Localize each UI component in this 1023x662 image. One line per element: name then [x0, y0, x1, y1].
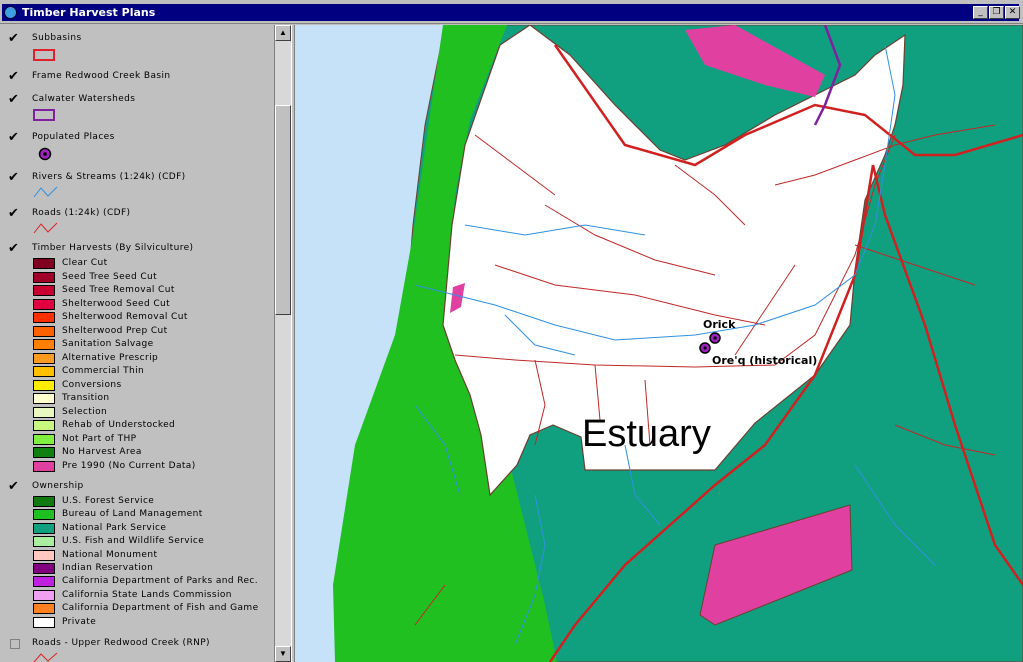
class-swatch: [33, 522, 55, 534]
road-line-icon: [33, 222, 58, 234]
visibility-checkbox[interactable]: ✔: [8, 131, 22, 145]
visibility-checkbox[interactable]: ✔: [8, 93, 22, 107]
class-swatch: [33, 312, 55, 323]
class-swatch: [33, 549, 55, 561]
class-swatch: [33, 576, 55, 588]
class-label: California State Lands Commission: [62, 589, 232, 600]
class-swatch: [33, 603, 55, 615]
restore-button[interactable]: ❐: [989, 6, 1004, 19]
class-label: U.S. Forest Service: [62, 496, 155, 506]
class-label: Private: [62, 616, 97, 627]
layer-label: Roads - Upper Redwood Creek (RNP): [32, 638, 210, 648]
class-swatch: [33, 496, 55, 507]
class-label: National Park Service: [62, 522, 167, 533]
place-point-icon: [38, 147, 52, 161]
scroll-down-button[interactable]: ▼: [275, 646, 291, 662]
scroll-thumb[interactable]: [275, 105, 291, 315]
orick-point: [709, 332, 721, 344]
legend-scrollbar[interactable]: ▲ ▼: [275, 25, 291, 662]
class-swatch: [33, 433, 55, 445]
layer-label: Subbasins: [32, 33, 82, 43]
class-swatch: [33, 589, 55, 601]
class-swatch: [33, 616, 55, 628]
class-label: No Harvest Area: [62, 447, 142, 457]
window-title: Timber Harvest Plans: [22, 6, 156, 19]
class-swatch: [33, 352, 55, 364]
oreq-point: [699, 342, 711, 354]
layer-label: Timber Harvests (By Silviculture): [32, 243, 194, 253]
visibility-checkbox[interactable]: ✔: [8, 70, 22, 84]
visibility-checkbox[interactable]: ✔: [8, 171, 22, 185]
layer-label: Populated Places: [32, 132, 115, 142]
visibility-checkbox[interactable]: [10, 639, 20, 649]
layer-label: Ownership: [32, 481, 84, 491]
class-swatch: [33, 285, 55, 296]
subbasin-symbol: [33, 49, 55, 61]
place-label-oreq: Ore'q (historical): [712, 354, 818, 367]
class-swatch: [33, 298, 55, 310]
class-label: California Department of Parks and Rec.: [62, 576, 259, 587]
table-of-contents: ✔ Subbasins ✔ Frame Redwood Creek Basin …: [0, 25, 275, 662]
class-label: Shelterwood Prep Cut: [62, 325, 168, 336]
layer-label: Frame Redwood Creek Basin: [32, 71, 171, 81]
class-swatch: [33, 366, 55, 377]
class-label: Bureau of Land Management: [62, 509, 203, 520]
class-label: Seed Tree Removal Cut: [62, 285, 175, 295]
layer-label: Rivers & Streams (1:24k) (CDF): [32, 172, 186, 182]
class-label: U.S. Fish and Wildlife Service: [62, 536, 205, 547]
class-swatch: [33, 406, 55, 418]
close-button[interactable]: ✕: [1005, 6, 1020, 19]
visibility-checkbox[interactable]: ✔: [8, 480, 22, 494]
class-label: Alternative Prescrip: [62, 352, 159, 363]
class-label: Transition: [62, 393, 110, 403]
window-titlebar[interactable]: Timber Harvest Plans _ ❐ ✕: [0, 0, 1023, 24]
class-label: Conversions: [62, 379, 122, 390]
class-label: Rehab of Understocked: [62, 420, 176, 430]
road-line-icon: [33, 652, 58, 662]
class-swatch: [33, 325, 55, 337]
visibility-checkbox[interactable]: ✔: [8, 242, 22, 256]
class-swatch: [33, 460, 55, 472]
class-label: California Department of Fish and Game: [62, 603, 259, 614]
class-label: Shelterwood Removal Cut: [62, 312, 188, 322]
class-label: Sanitation Salvage: [62, 339, 154, 349]
class-label: Selection: [62, 406, 108, 417]
class-swatch: [33, 536, 55, 548]
place-label-orick: Orick: [703, 318, 736, 331]
class-label: Shelterwood Seed Cut: [62, 298, 171, 309]
class-label: Commercial Thin: [62, 366, 145, 376]
class-label: Pre 1990 (No Current Data): [62, 460, 196, 471]
class-label: Not Part of THP: [62, 433, 137, 444]
class-swatch: [33, 563, 55, 574]
class-label: Seed Tree Seed Cut: [62, 271, 158, 282]
class-label: Clear Cut: [62, 258, 108, 268]
scroll-up-button[interactable]: ▲: [275, 25, 291, 41]
map-view[interactable]: Orick Ore'q (historical) Estuary: [295, 25, 1023, 662]
class-swatch: [33, 379, 55, 391]
class-swatch: [33, 393, 55, 404]
class-swatch: [33, 271, 55, 283]
class-label: National Monument: [62, 549, 158, 560]
globe-icon: [4, 6, 17, 19]
class-label: Indian Reservation: [62, 563, 154, 573]
stream-line-icon: [33, 186, 58, 198]
class-swatch: [33, 339, 55, 350]
visibility-checkbox[interactable]: ✔: [8, 207, 22, 221]
class-swatch: [33, 447, 55, 458]
map-canvas[interactable]: [295, 25, 1023, 662]
class-swatch: [33, 258, 55, 269]
class-swatch: [33, 420, 55, 431]
class-swatch: [33, 509, 55, 521]
estuary-label: Estuary: [582, 413, 711, 455]
layer-label: Roads (1:24k) (CDF): [32, 208, 131, 218]
minimize-button[interactable]: _: [973, 6, 988, 19]
layer-label: Calwater Watersheds: [32, 94, 136, 104]
visibility-checkbox[interactable]: ✔: [8, 32, 22, 46]
watershed-symbol: [33, 109, 55, 121]
